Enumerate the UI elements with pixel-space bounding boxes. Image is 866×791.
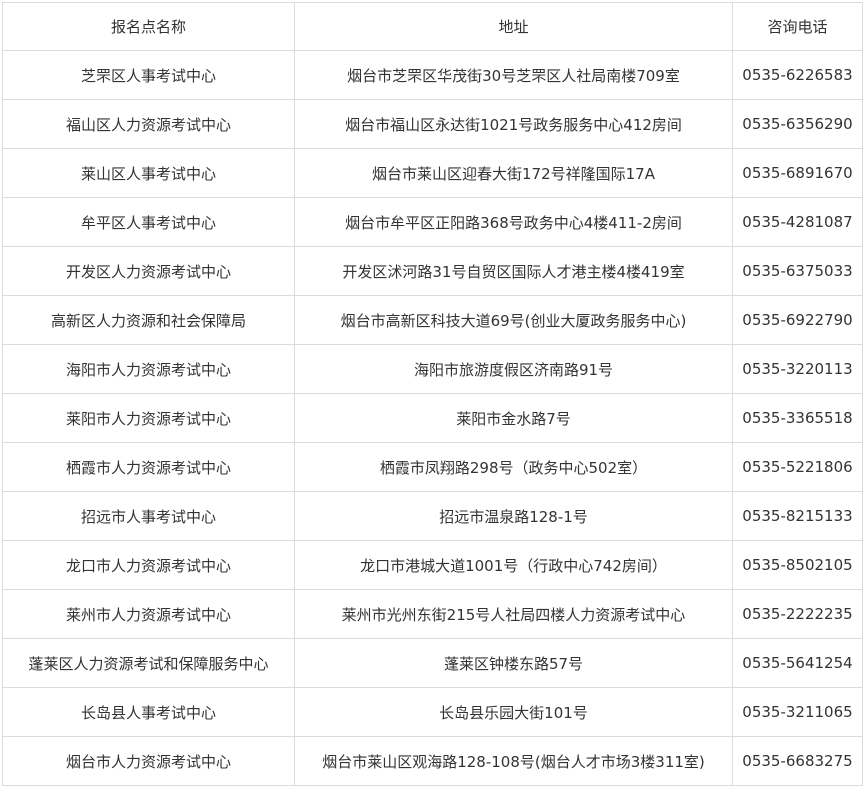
site-name-cell: 栖霞市人力资源考试中心 — [2, 442, 295, 492]
header-site-name: 报名点名称 — [2, 2, 295, 51]
phone-cell: 0535-6922790 — [732, 295, 863, 345]
table-row: 高新区人力资源和社会保障局 烟台市高新区科技大道69号(创业大厦政务服务中心) … — [2, 295, 863, 345]
table-row: 莱山区人事考试中心 烟台市莱山区迎春大街172号祥隆国际17A 0535-689… — [2, 148, 863, 198]
phone-cell: 0535-6891670 — [732, 148, 863, 198]
phone-cell: 0535-4281087 — [732, 197, 863, 247]
phone-cell: 0535-5221806 — [732, 442, 863, 492]
phone-cell: 0535-6683275 — [732, 736, 863, 786]
site-name-cell: 高新区人力资源和社会保障局 — [2, 295, 295, 345]
address-cell: 海阳市旅游度假区济南路91号 — [294, 344, 733, 394]
table-row: 招远市人事考试中心 招远市温泉路128-1号 0535-8215133 — [2, 491, 863, 541]
table-header: 报名点名称 地址 咨询电话 — [2, 2, 863, 51]
address-cell: 招远市温泉路128-1号 — [294, 491, 733, 541]
table-row: 龙口市人力资源考试中心 龙口市港城大道1001号（行政中心742房间） 0535… — [2, 540, 863, 590]
table-row: 开发区人力资源考试中心 开发区沭河路31号自贸区国际人才港主楼4楼419室 05… — [2, 246, 863, 296]
table-row: 蓬莱区人力资源考试和保障服务中心 蓬莱区钟楼东路57号 0535-5641254 — [2, 638, 863, 688]
site-name-cell: 烟台市人力资源考试中心 — [2, 736, 295, 786]
address-cell: 烟台市莱山区观海路128-108号(烟台人才市场3楼311室) — [294, 736, 733, 786]
address-cell: 烟台市高新区科技大道69号(创业大厦政务服务中心) — [294, 295, 733, 345]
site-name-cell: 长岛县人事考试中心 — [2, 687, 295, 737]
address-cell: 长岛县乐园大街101号 — [294, 687, 733, 737]
table-body: 芝罘区人事考试中心 烟台市芝罘区华茂街30号芝罘区人社局南楼709室 0535-… — [2, 50, 863, 786]
site-name-cell: 牟平区人事考试中心 — [2, 197, 295, 247]
table-row: 莱州市人力资源考试中心 莱州市光州东街215号人社局四楼人力资源考试中心 053… — [2, 589, 863, 639]
header-phone: 咨询电话 — [732, 2, 863, 51]
address-cell: 莱州市光州东街215号人社局四楼人力资源考试中心 — [294, 589, 733, 639]
address-cell: 烟台市芝罘区华茂街30号芝罘区人社局南楼709室 — [294, 50, 733, 100]
site-name-cell: 蓬莱区人力资源考试和保障服务中心 — [2, 638, 295, 688]
table-row: 芝罘区人事考试中心 烟台市芝罘区华茂街30号芝罘区人社局南楼709室 0535-… — [2, 50, 863, 100]
table-row: 长岛县人事考试中心 长岛县乐园大街101号 0535-3211065 — [2, 687, 863, 737]
address-cell: 烟台市牟平区正阳路368号政务中心4楼411-2房间 — [294, 197, 733, 247]
header-row: 报名点名称 地址 咨询电话 — [2, 2, 863, 51]
site-name-cell: 莱山区人事考试中心 — [2, 148, 295, 198]
phone-cell: 0535-3211065 — [732, 687, 863, 737]
phone-cell: 0535-6356290 — [732, 99, 863, 149]
phone-cell: 0535-8215133 — [732, 491, 863, 541]
phone-cell: 0535-6226583 — [732, 50, 863, 100]
table-row: 牟平区人事考试中心 烟台市牟平区正阳路368号政务中心4楼411-2房间 053… — [2, 197, 863, 247]
table-row: 烟台市人力资源考试中心 烟台市莱山区观海路128-108号(烟台人才市场3楼31… — [2, 736, 863, 786]
header-address: 地址 — [294, 2, 733, 51]
phone-cell: 0535-6375033 — [732, 246, 863, 296]
site-name-cell: 海阳市人力资源考试中心 — [2, 344, 295, 394]
registration-sites-table: 报名点名称 地址 咨询电话 芝罘区人事考试中心 烟台市芝罘区华茂街30号芝罘区人… — [2, 2, 863, 786]
address-cell: 蓬莱区钟楼东路57号 — [294, 638, 733, 688]
table-row: 海阳市人力资源考试中心 海阳市旅游度假区济南路91号 0535-3220113 — [2, 344, 863, 394]
site-name-cell: 莱州市人力资源考试中心 — [2, 589, 295, 639]
site-name-cell: 莱阳市人力资源考试中心 — [2, 393, 295, 443]
address-cell: 烟台市莱山区迎春大街172号祥隆国际17A — [294, 148, 733, 198]
site-name-cell: 芝罘区人事考试中心 — [2, 50, 295, 100]
address-cell: 烟台市福山区永达街1021号政务服务中心412房间 — [294, 99, 733, 149]
site-name-cell: 招远市人事考试中心 — [2, 491, 295, 541]
site-name-cell: 龙口市人力资源考试中心 — [2, 540, 295, 590]
site-name-cell: 福山区人力资源考试中心 — [2, 99, 295, 149]
phone-cell: 0535-3365518 — [732, 393, 863, 443]
table-row: 福山区人力资源考试中心 烟台市福山区永达街1021号政务服务中心412房间 05… — [2, 99, 863, 149]
phone-cell: 0535-5641254 — [732, 638, 863, 688]
phone-cell: 0535-3220113 — [732, 344, 863, 394]
phone-cell: 0535-2222235 — [732, 589, 863, 639]
phone-cell: 0535-8502105 — [732, 540, 863, 590]
table-row: 莱阳市人力资源考试中心 莱阳市金水路7号 0535-3365518 — [2, 393, 863, 443]
address-cell: 莱阳市金水路7号 — [294, 393, 733, 443]
address-cell: 龙口市港城大道1001号（行政中心742房间） — [294, 540, 733, 590]
address-cell: 开发区沭河路31号自贸区国际人才港主楼4楼419室 — [294, 246, 733, 296]
site-name-cell: 开发区人力资源考试中心 — [2, 246, 295, 296]
table-row: 栖霞市人力资源考试中心 栖霞市凤翔路298号（政务中心502室） 0535-52… — [2, 442, 863, 492]
registration-sites-table-wrapper: 报名点名称 地址 咨询电话 芝罘区人事考试中心 烟台市芝罘区华茂街30号芝罘区人… — [2, 2, 863, 786]
address-cell: 栖霞市凤翔路298号（政务中心502室） — [294, 442, 733, 492]
